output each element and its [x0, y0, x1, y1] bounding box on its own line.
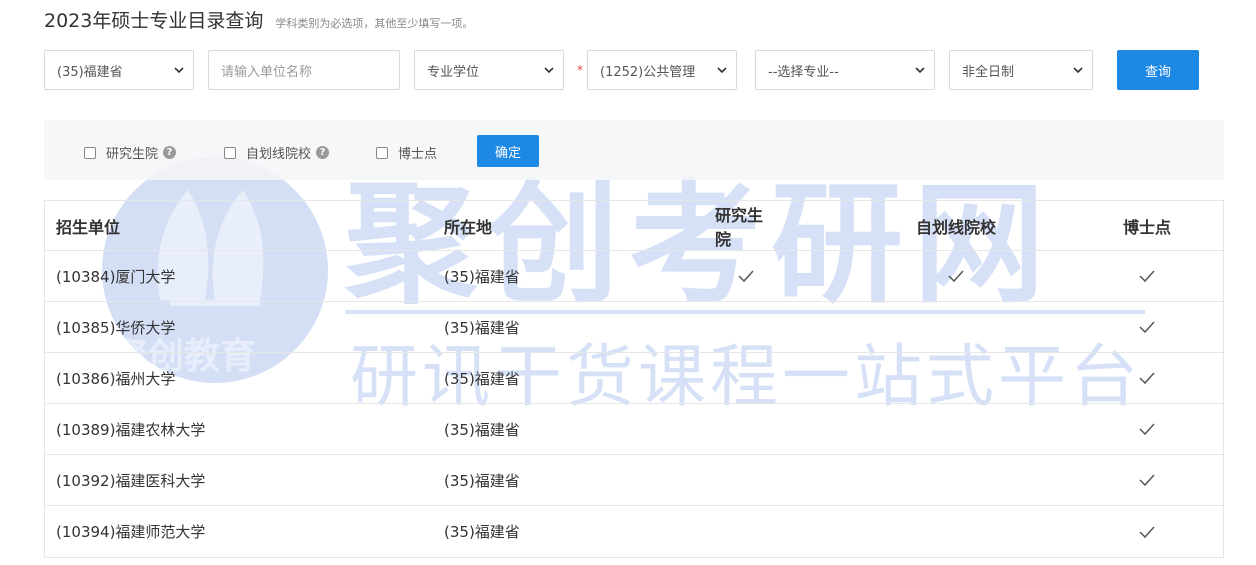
study-mode-value: 非全日制	[962, 64, 1015, 80]
self-line-checkbox[interactable]: 自划线院校 ?	[224, 143, 330, 162]
cell-unit: (10389)福建农林大学	[56, 420, 206, 439]
discipline-select[interactable]: (1252)公共管理	[587, 50, 737, 90]
cell-unit: (10385)华侨大学	[56, 318, 176, 337]
help-icon[interactable]: ?	[163, 146, 177, 159]
page-title: 2023年硕士专业目录查询 学科类别为必选项，其他至少填写一项。	[44, 6, 473, 33]
province-select-value: (35)福建省	[57, 64, 123, 80]
cell-doctoral	[1123, 251, 1171, 301]
degree-type-value: 专业学位	[427, 64, 480, 80]
unit-name-placeholder: 请输入单位名称	[221, 64, 313, 80]
check-icon	[1139, 525, 1155, 538]
cell-self-line	[916, 353, 996, 403]
cell-location: (35)福建省	[444, 369, 520, 388]
cell-graduate-school	[715, 302, 777, 352]
cell-graduate-school	[715, 251, 777, 301]
filter-bar: 研究生院 ? 自划线院校 ? 博士点 确定	[44, 120, 1224, 180]
cell-graduate-school	[715, 506, 777, 557]
cell-unit: (10384)厦门大学	[56, 267, 176, 286]
query-button[interactable]: 查询	[1117, 50, 1199, 90]
header-unit: 招生单位	[56, 217, 121, 237]
chevron-down-icon	[717, 67, 727, 74]
cell-location: (35)福建省	[444, 471, 520, 490]
major-value: --选择专业--	[768, 64, 839, 80]
doctoral-label: 博士点	[398, 147, 438, 162]
chevron-down-icon	[915, 67, 925, 74]
table-row: (10386)福州大学 (35)福建省	[45, 353, 1223, 404]
cell-self-line	[916, 404, 996, 454]
chevron-down-icon	[544, 67, 554, 74]
cell-location: (35)福建省	[444, 523, 520, 541]
cell-graduate-school	[715, 404, 777, 454]
cell-self-line	[916, 302, 996, 352]
check-icon	[1139, 270, 1155, 283]
cell-self-line	[916, 251, 996, 301]
check-icon	[738, 270, 754, 283]
required-mark: *	[577, 63, 583, 77]
graduate-school-label: 研究生院	[106, 147, 159, 162]
header-graduate-school: 研究生院	[715, 205, 764, 249]
help-icon[interactable]: ?	[316, 146, 330, 159]
header-location: 所在地	[444, 217, 493, 237]
unit-name-input[interactable]: 请输入单位名称	[208, 50, 400, 90]
confirm-button[interactable]: 确定	[477, 135, 539, 167]
check-icon	[1139, 372, 1155, 385]
table-header-row: 招生单位 所在地 研究生院 自划线院校 博士点	[45, 201, 1223, 251]
graduate-school-checkbox[interactable]: 研究生院 ?	[84, 143, 177, 162]
check-icon	[948, 270, 964, 283]
cell-location: (35)福建省	[444, 318, 520, 337]
check-icon	[1139, 423, 1155, 436]
cell-self-line	[916, 506, 996, 557]
chevron-down-icon	[174, 67, 184, 74]
results-table: 招生单位 所在地 研究生院 自划线院校 博士点 (10384)厦门大学 (35)福…	[44, 200, 1224, 558]
cell-unit: (10394)福建师范大学	[56, 523, 206, 541]
table-row: (10394)福建师范大学 (35)福建省	[45, 506, 1223, 557]
self-line-label: 自划线院校	[246, 147, 312, 162]
cell-doctoral	[1123, 353, 1171, 403]
cell-graduate-school	[715, 353, 777, 403]
cell-graduate-school	[715, 455, 777, 505]
cell-doctoral	[1123, 506, 1171, 557]
checkbox-box[interactable]	[376, 146, 388, 159]
major-select[interactable]: --选择专业--	[755, 50, 935, 90]
checkbox-box[interactable]	[224, 146, 236, 159]
cell-location: (35)福建省	[444, 267, 520, 286]
cell-doctoral	[1123, 404, 1171, 454]
discipline-value: (1252)公共管理	[600, 64, 696, 80]
cell-unit: (10392)福建医科大学	[56, 471, 206, 490]
page-hint: 学科类别为必选项，其他至少填写一项。	[275, 17, 474, 30]
province-select[interactable]: (35)福建省	[44, 50, 194, 90]
cell-self-line	[916, 455, 996, 505]
page-title-text: 2023年硕士专业目录查询	[44, 10, 264, 32]
chevron-down-icon	[1073, 67, 1083, 74]
cell-location: (35)福建省	[444, 420, 520, 439]
table-row: (10385)华侨大学 (35)福建省	[45, 302, 1223, 353]
header-self-line: 自划线院校	[916, 217, 997, 237]
table-row: (10389)福建农林大学 (35)福建省	[45, 404, 1223, 455]
degree-type-select[interactable]: 专业学位	[414, 50, 564, 90]
table-row: (10384)厦门大学 (35)福建省	[45, 251, 1223, 302]
doctoral-checkbox[interactable]: 博士点	[376, 143, 437, 162]
table-row: (10392)福建医科大学 (35)福建省	[45, 455, 1223, 506]
cell-unit: (10386)福州大学	[56, 369, 176, 388]
check-icon	[1139, 474, 1155, 487]
header-doctoral: 博士点	[1123, 217, 1172, 237]
cell-doctoral	[1123, 302, 1171, 352]
study-mode-select[interactable]: 非全日制	[949, 50, 1093, 90]
checkbox-box[interactable]	[84, 146, 96, 159]
cell-doctoral	[1123, 455, 1171, 505]
check-icon	[1139, 321, 1155, 334]
